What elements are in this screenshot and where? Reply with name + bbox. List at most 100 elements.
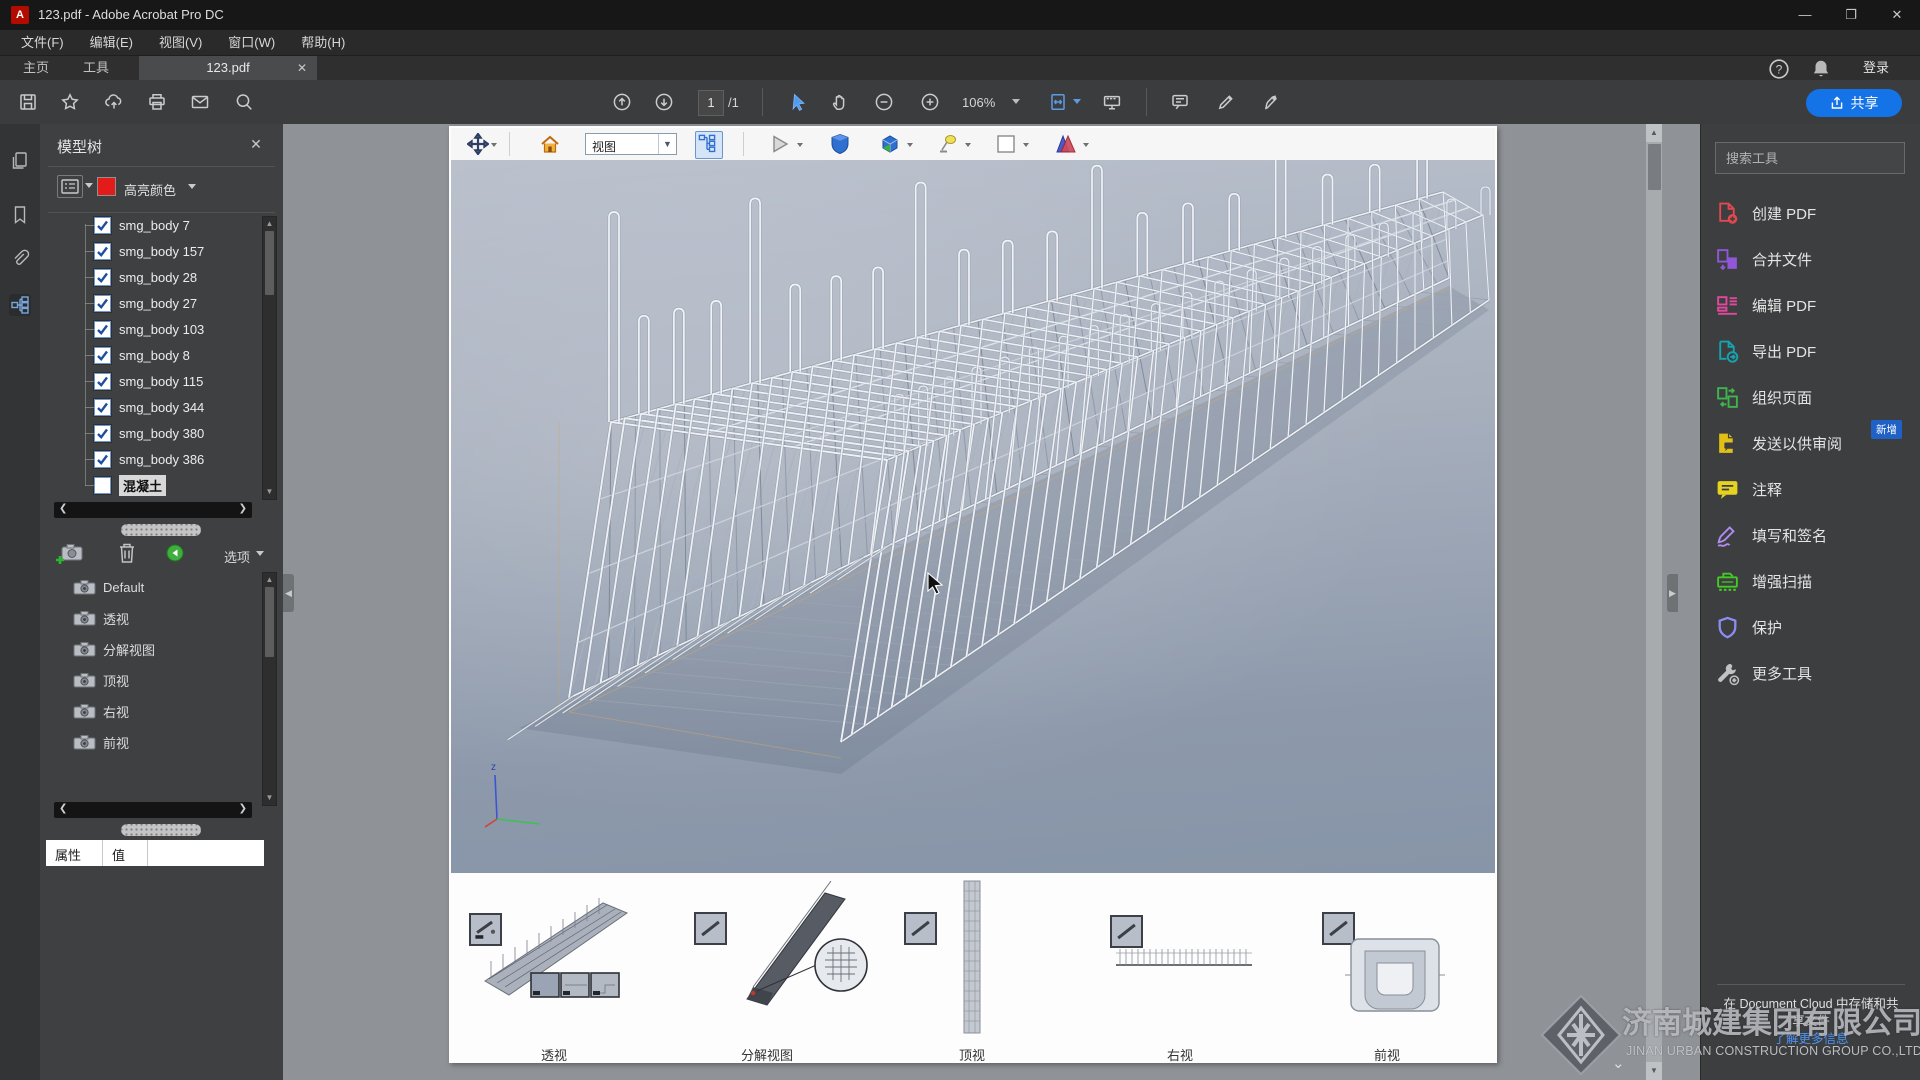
tree-item[interactable]: smg_body 344 bbox=[40, 394, 262, 420]
email-icon[interactable] bbox=[190, 92, 210, 112]
zoom-caret-icon[interactable] bbox=[1012, 99, 1020, 104]
pencil-tool-icon[interactable] bbox=[1216, 92, 1236, 112]
tree-item[interactable]: smg_body 7 bbox=[40, 212, 262, 238]
thumb-exploded-image[interactable] bbox=[729, 881, 889, 1026]
learn-more-link[interactable]: 了解更多信息 bbox=[1701, 1028, 1920, 1047]
tool-item-protect[interactable]: 保护 bbox=[1701, 604, 1920, 650]
hand-tool-icon[interactable] bbox=[830, 92, 850, 112]
menu-item[interactable]: 视图(V) bbox=[146, 30, 215, 56]
3d-render-mode-caret-icon[interactable] bbox=[1083, 143, 1089, 147]
minimize-button[interactable]: — bbox=[1782, 0, 1828, 30]
thumb-label-perspective[interactable]: 透视 bbox=[541, 1045, 567, 1064]
3d-navigation-icon[interactable] bbox=[467, 133, 489, 155]
checkbox-checked[interactable] bbox=[94, 425, 111, 442]
thumb-right-image[interactable] bbox=[1114, 943, 1254, 973]
tool-item-more-tools[interactable]: 更多工具 bbox=[1701, 650, 1920, 696]
tree-item[interactable]: smg_body 27 bbox=[40, 290, 262, 316]
zoom-out-icon[interactable] bbox=[874, 92, 894, 112]
page-number-input[interactable]: 1 bbox=[698, 90, 724, 116]
login-button[interactable]: 登录 bbox=[1848, 56, 1904, 80]
save-icon[interactable] bbox=[18, 92, 38, 112]
select-tool-icon[interactable] bbox=[788, 92, 808, 112]
search-icon[interactable] bbox=[234, 92, 254, 112]
menu-item[interactable]: 帮助(H) bbox=[288, 30, 358, 56]
checkbox-checked[interactable] bbox=[94, 399, 111, 416]
close-button[interactable]: ✕ bbox=[1874, 0, 1920, 30]
3d-viewport[interactable]: z bbox=[451, 160, 1495, 873]
scroll-down-icon[interactable]: ▼ bbox=[1646, 1062, 1662, 1080]
panel-splitter-handle[interactable] bbox=[121, 524, 201, 536]
checkbox-checked[interactable] bbox=[94, 373, 111, 390]
thumb-label-exploded[interactable]: 分解视图 bbox=[741, 1045, 793, 1064]
3d-render-mode-icon[interactable] bbox=[1055, 133, 1077, 155]
thumb-label-front[interactable]: 前视 bbox=[1374, 1045, 1400, 1064]
tool-item-organize-pages[interactable]: 组织页面 bbox=[1701, 374, 1920, 420]
views-scrollbar-vertical[interactable]: ▲ ▼ bbox=[262, 572, 277, 806]
tree-item[interactable]: smg_body 8 bbox=[40, 342, 262, 368]
attachments-icon[interactable] bbox=[9, 248, 31, 270]
tree-item[interactable]: smg_body 157 bbox=[40, 238, 262, 264]
view-item[interactable]: 顶视 bbox=[40, 665, 262, 696]
tree-item[interactable]: 混凝土 bbox=[40, 472, 262, 498]
panel-splitter-handle[interactable] bbox=[121, 824, 201, 836]
zoom-level-label[interactable]: 106% bbox=[962, 95, 995, 110]
sign-pen-tool-icon[interactable] bbox=[1262, 92, 1282, 112]
previous-page-icon[interactable] bbox=[612, 92, 632, 112]
tree-options-caret-icon[interactable] bbox=[85, 183, 93, 188]
thumb-top-image[interactable] bbox=[960, 879, 984, 1035]
3d-view-select[interactable]: 视图 ▼ bbox=[585, 133, 677, 155]
tree-item[interactable]: smg_body 115 bbox=[40, 368, 262, 394]
menu-item[interactable]: 编辑(E) bbox=[77, 30, 146, 56]
3d-background-color-icon[interactable] bbox=[995, 133, 1017, 155]
thumb-label-right[interactable]: 右视 bbox=[1167, 1045, 1193, 1064]
views-options-caret-icon[interactable] bbox=[256, 551, 264, 556]
panel-close-icon[interactable]: ✕ bbox=[246, 134, 266, 154]
menu-item[interactable]: 窗口(W) bbox=[215, 30, 288, 56]
menu-item[interactable]: 文件(F) bbox=[8, 30, 77, 56]
views-options-label[interactable]: 选项 bbox=[224, 547, 250, 566]
3d-projection-icon[interactable] bbox=[879, 133, 901, 155]
display-settings-icon[interactable] bbox=[1102, 92, 1122, 112]
tree-item[interactable]: smg_body 386 bbox=[40, 446, 262, 472]
3d-lighting-icon[interactable] bbox=[937, 133, 959, 155]
3d-use-default-view-icon[interactable] bbox=[829, 133, 851, 155]
next-page-icon[interactable] bbox=[654, 92, 674, 112]
checkbox-checked[interactable] bbox=[94, 451, 111, 468]
views-scrollbar-horizontal[interactable]: ❮❯ bbox=[54, 802, 252, 818]
tree-item[interactable]: smg_body 28 bbox=[40, 264, 262, 290]
document-scrollbar-vertical[interactable]: ▲ ▼ bbox=[1646, 124, 1662, 1080]
favorite-star-icon[interactable] bbox=[60, 92, 80, 112]
tool-item-comment[interactable]: 注释 bbox=[1701, 466, 1920, 512]
zoom-in-icon[interactable] bbox=[920, 92, 940, 112]
delete-view-icon[interactable] bbox=[116, 540, 138, 566]
checkbox-unchecked[interactable] bbox=[94, 477, 111, 494]
3d-projection-caret-icon[interactable] bbox=[907, 143, 913, 147]
3d-home-view-icon[interactable] bbox=[539, 133, 561, 155]
view-back-icon[interactable] bbox=[166, 544, 184, 562]
collapse-left-panel-icon[interactable]: ◀ bbox=[283, 574, 294, 612]
thumb-icon-top[interactable] bbox=[904, 912, 937, 945]
tool-item-fill-sign[interactable]: 填写和签名 bbox=[1701, 512, 1920, 558]
tool-item-enhance-scans[interactable]: 增强扫描 bbox=[1701, 558, 1920, 604]
bookmarks-icon[interactable] bbox=[9, 204, 31, 226]
tool-item-export-pdf[interactable]: 导出 PDF bbox=[1701, 328, 1920, 374]
3d-play-caret-icon[interactable] bbox=[797, 143, 803, 147]
view-item[interactable]: Default bbox=[40, 572, 262, 603]
add-view-icon[interactable] bbox=[56, 540, 86, 566]
view-item[interactable]: 分解视图 bbox=[40, 634, 262, 665]
view-item[interactable]: 透视 bbox=[40, 603, 262, 634]
tree-scrollbar-vertical[interactable]: ▲ ▼ bbox=[262, 216, 277, 500]
tree-options-icon[interactable] bbox=[57, 175, 83, 198]
highlight-color-caret-icon[interactable] bbox=[188, 184, 196, 189]
cloud-upload-icon[interactable] bbox=[104, 92, 124, 112]
checkbox-checked[interactable] bbox=[94, 217, 111, 234]
checkbox-checked[interactable] bbox=[94, 295, 111, 312]
view-item[interactable]: 右视 bbox=[40, 696, 262, 727]
highlight-color-swatch[interactable] bbox=[97, 177, 116, 196]
comment-tool-icon[interactable] bbox=[1170, 92, 1190, 112]
fit-page-caret-icon[interactable] bbox=[1073, 99, 1081, 104]
tree-item[interactable]: smg_body 380 bbox=[40, 420, 262, 446]
3d-lighting-caret-icon[interactable] bbox=[965, 143, 971, 147]
tool-item-combine-files[interactable]: 合并文件 bbox=[1701, 236, 1920, 282]
3d-background-caret-icon[interactable] bbox=[1023, 143, 1029, 147]
